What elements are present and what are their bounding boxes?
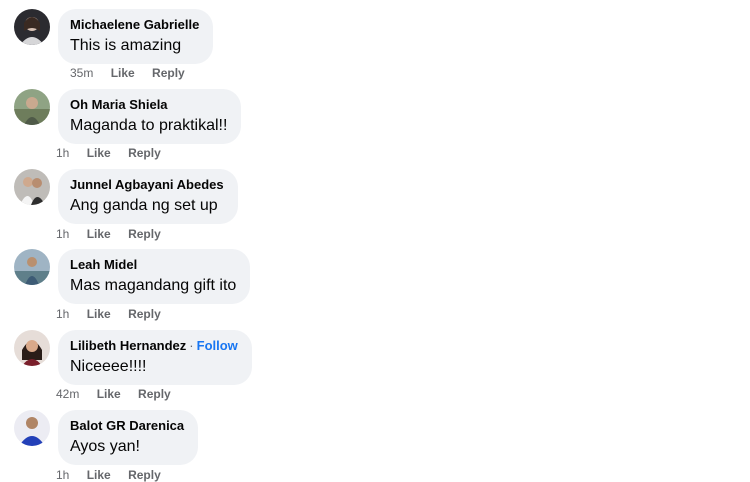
comment-text: Maganda to praktikal!!	[70, 117, 228, 134]
separator-dot: ·	[189, 338, 194, 353]
follow-button[interactable]: Follow	[197, 338, 238, 353]
like-button[interactable]: Like	[111, 66, 135, 80]
user-avatar-icon	[14, 89, 50, 125]
comment-actions: 42m Like Reply	[56, 387, 185, 401]
comment-author[interactable]: Balot GR Darenica	[70, 417, 184, 434]
comment-time[interactable]: 35m	[70, 66, 93, 80]
like-button[interactable]: Like	[87, 307, 111, 321]
comment-text: Ang ganda ng set up	[70, 197, 218, 214]
comment-actions: 1h Like Reply	[56, 227, 175, 241]
avatar[interactable]	[14, 249, 50, 285]
comment-actions: 1h Like Reply	[56, 307, 175, 321]
comment-text: Niceeee!!!!	[70, 358, 147, 375]
like-button[interactable]: Like	[97, 387, 121, 401]
comment-author-name[interactable]: Lilibeth Hernandez	[70, 338, 186, 353]
comment-text: Ayos yan!	[70, 438, 140, 455]
user-avatar-icon	[14, 249, 50, 285]
comment-author: Lilibeth Hernandez · Follow	[70, 337, 238, 354]
user-avatar-icon	[14, 169, 50, 205]
comment-bubble: Junnel Agbayani Abedes Ang ganda ng set …	[58, 169, 238, 224]
comment-actions: 1h Like Reply	[56, 468, 175, 482]
user-avatar-icon	[14, 330, 50, 366]
comment-author[interactable]: Leah Midel	[70, 256, 236, 273]
comment-bubble: Balot GR Darenica Ayos yan!	[58, 410, 199, 465]
comment-author[interactable]: Junnel Agbayani Abedes	[70, 176, 224, 193]
avatar[interactable]	[14, 410, 50, 446]
comment-author[interactable]: Michaelene Gabrielle	[70, 16, 199, 33]
avatar[interactable]	[14, 9, 50, 45]
comment-bubble: Michaelene Gabrielle This is amazing	[58, 9, 214, 64]
comment-bubble: Leah Midel Mas magandang gift ito	[58, 249, 251, 304]
avatar[interactable]	[14, 169, 50, 205]
comment-author[interactable]: Oh Maria Shiela	[70, 96, 227, 113]
reply-button[interactable]: Reply	[138, 387, 171, 401]
comment-text: This is amazing	[70, 37, 182, 54]
comment-bubble: Oh Maria Shiela Maganda to praktikal!!	[58, 89, 242, 144]
reply-button[interactable]: Reply	[128, 468, 161, 482]
comment-time[interactable]: 1h	[56, 227, 69, 241]
comment-time[interactable]: 1h	[56, 307, 69, 321]
reply-button[interactable]: Reply	[128, 227, 161, 241]
comment-time[interactable]: 42m	[56, 387, 79, 401]
reply-button[interactable]: Reply	[152, 66, 185, 80]
reply-button[interactable]: Reply	[128, 146, 161, 160]
comment-text: Mas magandang gift ito	[70, 277, 237, 294]
comment-actions: 1h Like Reply	[56, 146, 175, 160]
avatar[interactable]	[14, 330, 50, 366]
comment-bubble: Lilibeth Hernandez · Follow Niceeee!!!!	[58, 330, 252, 385]
user-avatar-icon	[14, 410, 50, 446]
comment-actions: 35m Like Reply	[70, 66, 199, 80]
comment-time[interactable]: 1h	[56, 146, 69, 160]
like-button[interactable]: Like	[87, 227, 111, 241]
like-button[interactable]: Like	[87, 146, 111, 160]
comment-time[interactable]: 1h	[56, 468, 69, 482]
like-button[interactable]: Like	[87, 468, 111, 482]
user-avatar-icon	[14, 9, 50, 45]
reply-button[interactable]: Reply	[128, 307, 161, 321]
avatar[interactable]	[14, 89, 50, 125]
